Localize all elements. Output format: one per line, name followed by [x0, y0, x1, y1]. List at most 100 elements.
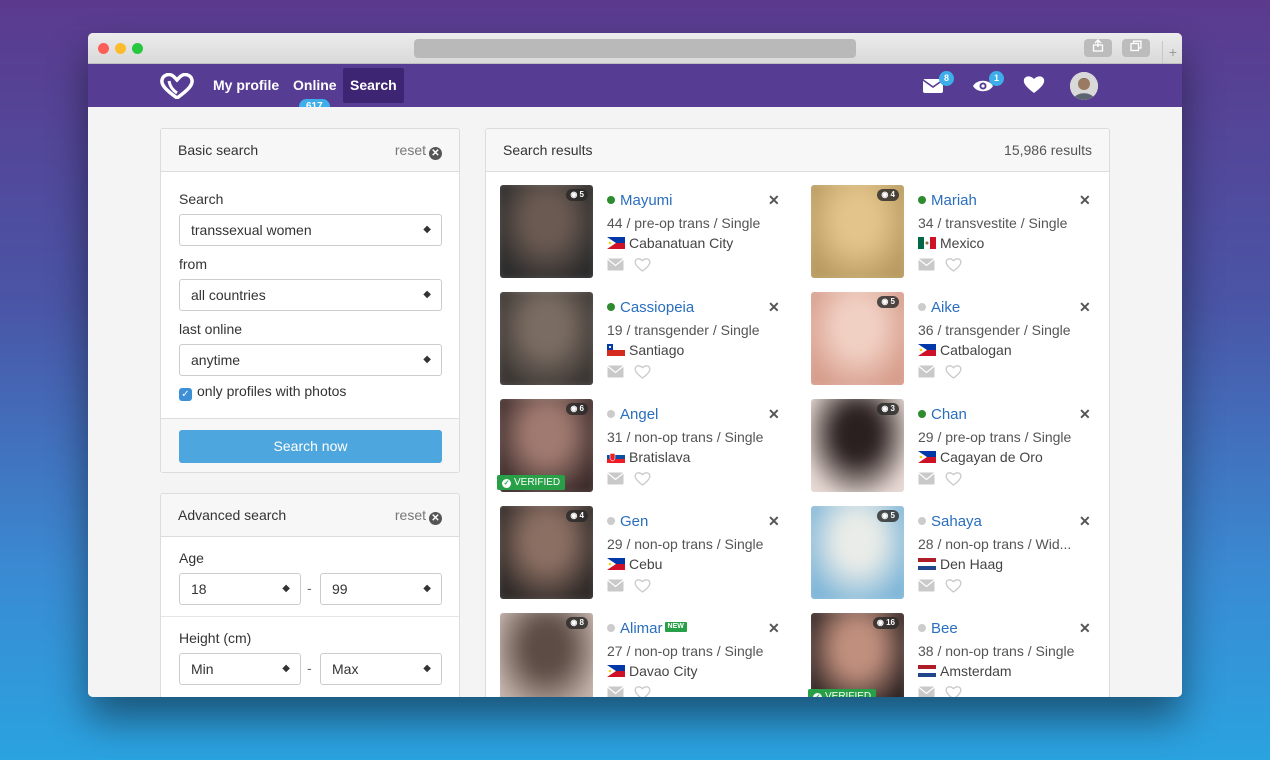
profile-card[interactable]: ◉ 8 Alimar NEW ✕ 27 / non-op trans / Single D… — [500, 613, 800, 697]
favorite-heart-icon[interactable] — [945, 364, 962, 384]
profile-name-link[interactable]: Bee — [918, 620, 958, 637]
profile-photo[interactable]: ◉ 5 — [811, 292, 904, 385]
send-message-icon[interactable] — [607, 365, 624, 383]
profile-photo[interactable]: ◉ 5 — [811, 506, 904, 599]
profile-name-link[interactable]: Angel — [607, 406, 658, 423]
profile-views-icon[interactable]: 1 — [972, 71, 1004, 99]
profile-card[interactable]: ◉ 6 ✓ VERIFIED Angel ✕ 31 / non-op trans / Si… — [497, 399, 800, 495]
share-icon[interactable] — [1084, 39, 1112, 57]
search-results-title: Search results — [503, 142, 593, 158]
profile-photo[interactable]: ◉ 16 — [811, 613, 904, 697]
tabs-overview-icon[interactable] — [1122, 39, 1150, 57]
country-select[interactable]: all countries ◆ — [179, 279, 442, 311]
basic-search-title: Basic search — [178, 142, 259, 158]
profile-card[interactable]: ◉ 5 Sahaya ✕ 28 / non-op trans / Wid... Den … — [811, 506, 1109, 602]
profile-card[interactable]: ◉ 3 Chan ✕ 29 / pre-op trans / Single Cagaya… — [811, 399, 1109, 495]
send-message-icon[interactable] — [607, 258, 624, 276]
profile-name-link[interactable]: Chan — [918, 406, 967, 423]
send-message-icon[interactable] — [918, 365, 935, 383]
nav-search[interactable]: Search — [343, 68, 404, 103]
hide-profile-close-icon[interactable]: ✕ — [768, 620, 780, 637]
search-results-panel: Search results 15,986 results ◉ 5 Mayumi ✕… — [485, 128, 1110, 697]
height-min-select[interactable]: Min ◆ — [179, 653, 301, 685]
favorite-heart-icon[interactable] — [634, 578, 651, 598]
hide-profile-close-icon[interactable]: ✕ — [1079, 406, 1091, 423]
profile-name-link[interactable]: Mariah — [918, 192, 977, 209]
profile-card[interactable]: ◉ 5 Mayumi ✕ 44 / pre-op trans / Single Caba… — [500, 185, 800, 281]
profile-photo[interactable] — [500, 292, 593, 385]
favorite-heart-icon[interactable] — [945, 685, 962, 697]
hide-profile-close-icon[interactable]: ✕ — [1079, 513, 1091, 530]
basic-search-reset-link[interactable]: reset ✕ — [395, 129, 442, 171]
profile-location: Amsterdam — [918, 663, 1012, 679]
favorite-heart-icon[interactable] — [634, 685, 651, 697]
height-max-select[interactable]: Max ◆ — [320, 653, 442, 685]
profile-name-link[interactable]: Aike — [918, 299, 960, 316]
user-avatar[interactable] — [1070, 72, 1098, 100]
profile-name-link[interactable]: Cassiopeia — [607, 299, 694, 316]
favorite-heart-icon[interactable] — [945, 471, 962, 491]
favorites-heart-icon[interactable] — [1022, 73, 1050, 99]
favorite-heart-icon[interactable] — [634, 471, 651, 491]
close-window-button[interactable] — [98, 43, 109, 54]
messages-icon[interactable]: 8 — [922, 71, 954, 99]
height-range-separator: - — [307, 660, 312, 676]
profile-name-link[interactable]: Gen — [607, 513, 648, 530]
basic-search-header: Basic search reset ✕ — [161, 129, 459, 172]
send-message-icon[interactable] — [918, 686, 935, 697]
send-message-icon[interactable] — [918, 579, 935, 597]
send-message-icon[interactable] — [607, 472, 624, 490]
profile-name-link[interactable]: Sahaya — [918, 513, 982, 530]
send-message-icon[interactable] — [607, 579, 624, 597]
country-flag-icon — [918, 342, 940, 358]
profile-card[interactable]: ◉ 16 ✓VERIFIED Bee ✕38 / non-op trans / Sin… — [808, 613, 1109, 697]
site-logo-icon[interactable] — [160, 72, 194, 101]
favorite-heart-icon[interactable] — [634, 364, 651, 384]
profile-details: 36 / transgender / Single — [918, 322, 1071, 338]
favorite-heart-icon[interactable] — [945, 257, 962, 277]
select-arrows-icon: ◆ — [282, 663, 290, 674]
photos-only-checkbox-row[interactable]: ✓ only profiles with photos — [179, 383, 346, 401]
age-min-select[interactable]: 18 ◆ — [179, 573, 301, 605]
profile-photo[interactable]: ◉ 4 — [811, 185, 904, 278]
hide-profile-close-icon[interactable]: ✕ — [768, 513, 780, 530]
advanced-search-reset-link[interactable]: reset ✕ — [395, 494, 442, 536]
hide-profile-close-icon[interactable]: ✕ — [1079, 192, 1091, 209]
online-status-dot — [918, 624, 926, 632]
photo-count-badge: ◉ 4 — [566, 510, 588, 522]
send-message-icon[interactable] — [607, 686, 624, 697]
search-now-button[interactable]: Search now — [179, 430, 442, 463]
new-tab-icon[interactable]: + — [1162, 41, 1182, 63]
profile-name-link[interactable]: Mayumi — [607, 192, 673, 209]
address-bar[interactable] — [414, 39, 856, 58]
favorite-heart-icon[interactable] — [945, 578, 962, 598]
profile-card[interactable]: ◉ 4 Gen ✕ 29 / non-op trans / Single Cebu — [500, 506, 800, 602]
minimize-window-button[interactable] — [115, 43, 126, 54]
maximize-window-button[interactable] — [132, 43, 143, 54]
profile-card[interactable]: Cassiopeia ✕ 19 / transgender / Single Sant… — [500, 292, 800, 388]
send-message-icon[interactable] — [918, 258, 935, 276]
profile-photo[interactable]: ◉ 5 — [500, 185, 593, 278]
advanced-search-panel: Advanced search reset ✕ Age 18 ◆ - 99 ◆ Hei… — [160, 493, 460, 697]
hide-profile-close-icon[interactable]: ✕ — [768, 192, 780, 209]
last-online-select[interactable]: anytime ◆ — [179, 344, 442, 376]
nav-my-profile[interactable]: My profile — [206, 64, 286, 107]
send-message-icon[interactable] — [918, 472, 935, 490]
reset-x-icon: ✕ — [429, 147, 442, 160]
profile-name-link[interactable]: Alimar NEW — [607, 620, 687, 637]
profile-actions — [607, 685, 661, 697]
hide-profile-close-icon[interactable]: ✕ — [768, 299, 780, 316]
profile-photo[interactable]: ◉ 4 — [500, 506, 593, 599]
photos-only-checkbox[interactable]: ✓ — [179, 388, 192, 401]
hide-profile-close-icon[interactable]: ✕ — [1079, 620, 1091, 637]
age-max-select[interactable]: 99 ◆ — [320, 573, 442, 605]
profile-photo[interactable]: ◉ 3 — [811, 399, 904, 492]
profile-details: 31 / non-op trans / Single — [607, 429, 764, 445]
profile-photo[interactable]: ◉ 8 — [500, 613, 593, 697]
profile-card[interactable]: ◉ 5 Aike ✕ 36 / transgender / Single Catbalo… — [811, 292, 1109, 388]
hide-profile-close-icon[interactable]: ✕ — [1079, 299, 1091, 316]
hide-profile-close-icon[interactable]: ✕ — [768, 406, 780, 423]
favorite-heart-icon[interactable] — [634, 257, 651, 277]
profile-card[interactable]: ◉ 4 Mariah ✕ 34 / transvestite / Single Mexi… — [811, 185, 1109, 281]
search-type-select[interactable]: transsexual women ◆ — [179, 214, 442, 246]
